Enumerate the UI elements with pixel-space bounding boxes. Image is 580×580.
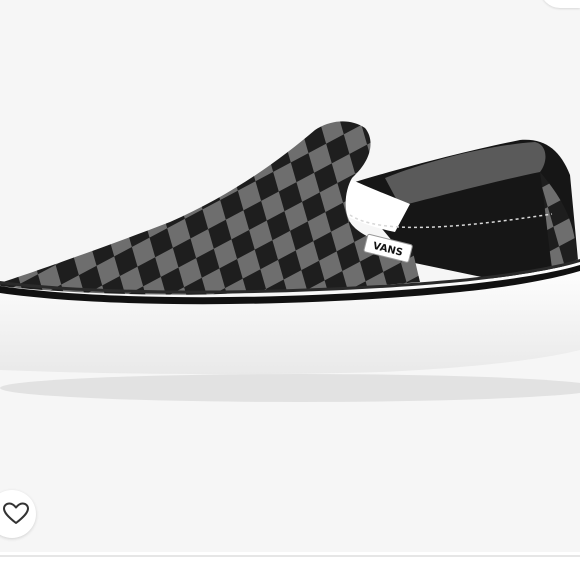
divider bbox=[0, 555, 580, 557]
floor-shadow bbox=[0, 374, 580, 402]
product-image[interactable]: VANS bbox=[0, 0, 580, 552]
shoe-illustration: VANS bbox=[0, 121, 580, 402]
heart-outline-icon bbox=[3, 502, 29, 524]
listing-photo-card: VANS bbox=[0, 0, 580, 580]
